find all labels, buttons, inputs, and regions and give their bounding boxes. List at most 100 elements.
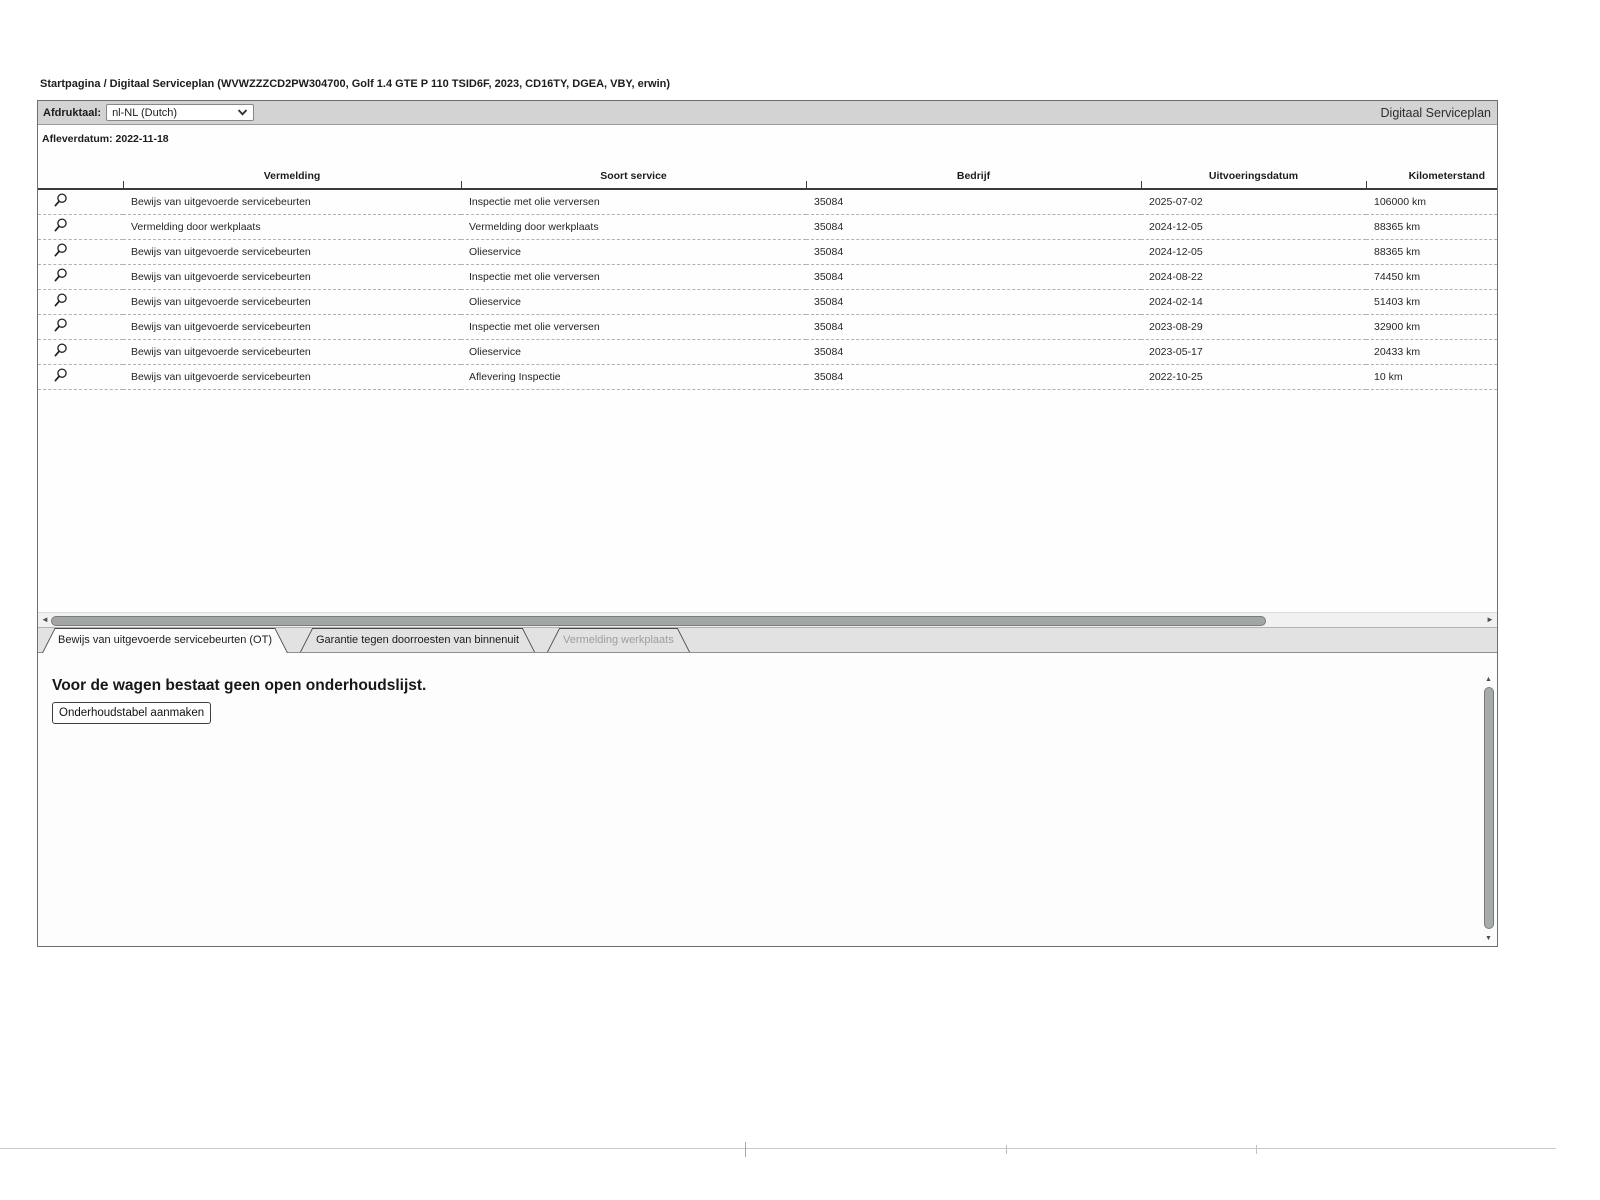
serviceplan-window: Afdruktaal: nl-NL (Dutch) Digitaal Servi… <box>37 100 1498 947</box>
create-maintenance-table-button[interactable]: Onderhoudstabel aanmaken <box>52 702 212 724</box>
magnifier-icon[interactable] <box>52 342 69 359</box>
tab-rust-warranty[interactable]: Garantie tegen doorroesten van binnenuit <box>299 628 536 652</box>
cell-kilometerstand: 20433 km <box>1366 339 1497 365</box>
vertical-scrollbar-thumb[interactable] <box>1484 687 1494 929</box>
magnifier-icon[interactable] <box>52 292 69 309</box>
cell-vermelding: Bewijs van uitgevoerde servicebeurten <box>123 264 461 290</box>
service-table-body: Bewijs van uitgevoerde servicebeurten In… <box>38 189 1497 390</box>
cell-uitvoeringsdatum: 2023-05-17 <box>1141 339 1366 365</box>
table-header-row: Vermelding Soort service Bedrijf Uitvoer… <box>38 152 1497 190</box>
tab-label: Vermelding werkplaats <box>563 634 674 646</box>
vertical-scrollbar-track[interactable] <box>1482 685 1495 934</box>
horizontal-scrollbar[interactable]: ◄ ► <box>38 612 1497 627</box>
cell-vermelding: Bewijs van uitgevoerde servicebeurten <box>123 239 461 265</box>
scan-artifact-line <box>0 1148 1556 1149</box>
table-row[interactable]: Bewijs van uitgevoerde servicebeurten In… <box>38 189 1497 215</box>
cell-bedrijf: 35084 <box>806 339 1141 365</box>
magnifier-icon[interactable] <box>52 192 69 209</box>
cell-vermelding: Bewijs van uitgevoerde servicebeurten <box>123 339 461 365</box>
scan-artifact-tick <box>1006 1145 1007 1154</box>
tab-label: Bewijs van uitgevoerde servicebeurten (O… <box>58 634 272 646</box>
col-header-vermelding: Vermelding <box>123 152 461 190</box>
cell-uitvoeringsdatum: 2022-10-25 <box>1141 364 1366 390</box>
service-history-table: Vermelding Soort service Bedrijf Uitvoer… <box>38 152 1497 390</box>
magnifier-icon[interactable] <box>52 267 69 284</box>
table-row[interactable]: Bewijs van uitgevoerde servicebeurten Ol… <box>38 239 1497 265</box>
cell-soort-service: Olieservice <box>461 239 806 265</box>
chevron-down-icon <box>237 109 248 116</box>
cell-vermelding: Vermelding door werkplaats <box>123 214 461 240</box>
magnifier-icon[interactable] <box>52 242 69 259</box>
open-maintenance-panel: Voor de wagen bestaat geen open onderhou… <box>38 653 1497 946</box>
print-language-value: nl-NL (Dutch) <box>112 106 178 119</box>
cell-icon <box>38 239 123 265</box>
vertical-scrollbar[interactable]: ▲ ▼ <box>1482 675 1495 944</box>
cell-vermelding: Bewijs van uitgevoerde servicebeurten <box>123 314 461 340</box>
scan-artifact-tick <box>745 1142 746 1157</box>
col-header-kilometerstand: Kilometerstand <box>1366 152 1497 190</box>
magnifier-icon[interactable] <box>52 217 69 234</box>
table-row[interactable]: Bewijs van uitgevoerde servicebeurten In… <box>38 314 1497 340</box>
tab-label: Garantie tegen doorroesten van binnenuit <box>315 634 520 646</box>
horizontal-scrollbar-thumb[interactable] <box>51 615 1266 626</box>
col-header-soort-service: Soort service <box>461 152 806 190</box>
cell-soort-service: Inspectie met olie verversen <box>461 189 806 215</box>
cell-icon <box>38 264 123 290</box>
cell-soort-service: Olieservice <box>461 339 806 365</box>
tab-bar: Bewijs van uitgevoerde servicebeurten (O… <box>38 627 1497 653</box>
col-header-uitvoeringsdatum: Uitvoeringsdatum <box>1141 152 1366 190</box>
tab-workshop-note: Vermelding werkplaats <box>547 628 690 652</box>
cell-bedrijf: 35084 <box>806 239 1141 265</box>
cell-soort-service: Inspectie met olie verversen <box>461 314 806 340</box>
print-language-label: Afdruktaal: <box>43 106 102 119</box>
cell-icon <box>38 189 123 215</box>
cell-bedrijf: 35084 <box>806 364 1141 390</box>
cell-icon <box>38 339 123 365</box>
cell-soort-service: Vermelding door werkplaats <box>461 214 806 240</box>
table-row[interactable]: Bewijs van uitgevoerde servicebeurten In… <box>38 264 1497 290</box>
cell-uitvoeringsdatum: 2024-08-22 <box>1141 264 1366 290</box>
cell-kilometerstand: 51403 km <box>1366 289 1497 315</box>
cell-vermelding: Bewijs van uitgevoerde servicebeurten <box>123 364 461 390</box>
cell-kilometerstand: 106000 km <box>1366 189 1497 215</box>
cell-icon <box>38 364 123 390</box>
table-row[interactable]: Bewijs van uitgevoerde servicebeurten Ol… <box>38 289 1497 315</box>
scroll-up-icon[interactable]: ▲ <box>1485 675 1492 685</box>
cell-bedrijf: 35084 <box>806 314 1141 340</box>
cell-icon <box>38 289 123 315</box>
horizontal-scrollbar-track[interactable] <box>50 615 1485 626</box>
cell-uitvoeringsdatum: 2024-12-05 <box>1141 239 1366 265</box>
magnifier-icon[interactable] <box>52 317 69 334</box>
col-header-bedrijf: Bedrijf <box>806 152 1141 190</box>
cell-kilometerstand: 74450 km <box>1366 264 1497 290</box>
cell-kilometerstand: 32900 km <box>1366 314 1497 340</box>
scroll-down-icon[interactable]: ▼ <box>1485 934 1492 944</box>
table-row[interactable]: Bewijs van uitgevoerde servicebeurten Af… <box>38 364 1497 390</box>
cell-kilometerstand: 88365 km <box>1366 239 1497 265</box>
tab-service-history[interactable]: Bewijs van uitgevoerde servicebeurten (O… <box>42 628 288 653</box>
scroll-left-icon[interactable]: ◄ <box>40 613 50 627</box>
col-header-icon <box>38 152 123 190</box>
cell-uitvoeringsdatum: 2025-07-02 <box>1141 189 1366 215</box>
cell-uitvoeringsdatum: 2024-12-05 <box>1141 214 1366 240</box>
table-row[interactable]: Bewijs van uitgevoerde servicebeurten Ol… <box>38 339 1497 365</box>
cell-bedrijf: 35084 <box>806 189 1141 215</box>
cell-uitvoeringsdatum: 2023-08-29 <box>1141 314 1366 340</box>
scan-artifact-tick <box>1256 1145 1257 1154</box>
print-language-select[interactable]: nl-NL (Dutch) <box>106 104 255 121</box>
no-open-maintenance-message: Voor de wagen bestaat geen open onderhou… <box>52 677 427 694</box>
table-empty-area <box>38 390 1497 612</box>
cell-kilometerstand: 88365 km <box>1366 214 1497 240</box>
app-title: Digitaal Serviceplan <box>1380 105 1491 120</box>
table-row[interactable]: Vermelding door werkplaats Vermelding do… <box>38 214 1497 240</box>
cell-vermelding: Bewijs van uitgevoerde servicebeurten <box>123 189 461 215</box>
cell-bedrijf: 35084 <box>806 214 1141 240</box>
cell-vermelding: Bewijs van uitgevoerde servicebeurten <box>123 289 461 315</box>
magnifier-icon[interactable] <box>52 367 69 384</box>
cell-kilometerstand: 10 km <box>1366 364 1497 390</box>
scroll-right-icon[interactable]: ► <box>1485 613 1495 627</box>
breadcrumb[interactable]: Startpagina / Digitaal Serviceplan (WVWZ… <box>40 78 670 90</box>
cell-icon <box>38 314 123 340</box>
cell-soort-service: Aflevering Inspectie <box>461 364 806 390</box>
titlebar: Afdruktaal: nl-NL (Dutch) Digitaal Servi… <box>38 101 1497 125</box>
